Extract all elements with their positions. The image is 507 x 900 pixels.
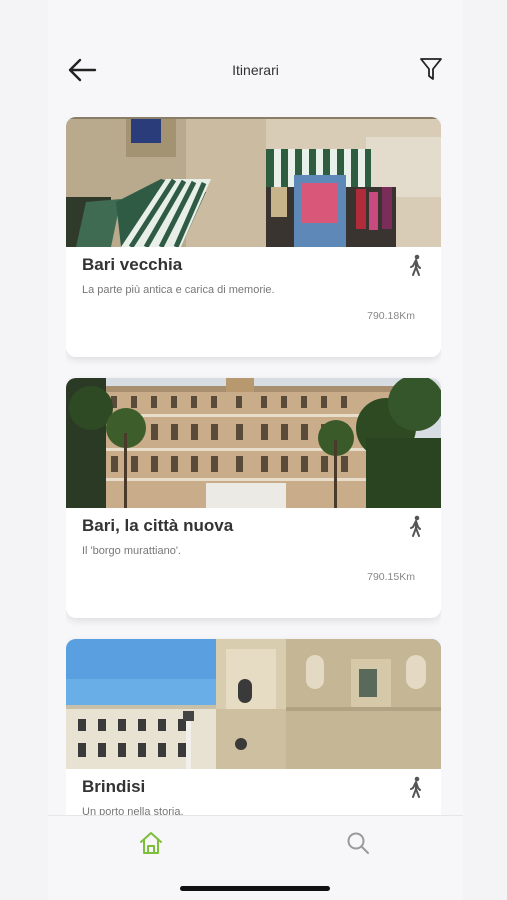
walking-person-icon (410, 515, 421, 537)
itinerary-description: Il 'borgo murattiano'. (82, 545, 181, 557)
bottom-tab-bar (48, 815, 463, 900)
page-title: Itinerari (232, 62, 279, 78)
home-indicator[interactable] (180, 886, 330, 891)
itinerary-description: La parte più antica e carica di memorie. (82, 284, 275, 296)
itinerary-distance: 790.15Km (367, 571, 415, 583)
itinerary-list[interactable]: Bari vecchia La parte più antica e caric… (66, 117, 441, 817)
search-icon[interactable] (345, 830, 371, 856)
home-icon[interactable] (138, 830, 164, 856)
itinerary-title: Bari vecchia (82, 255, 183, 274)
itinerary-card[interactable]: Bari vecchia La parte più antica e caric… (66, 117, 441, 357)
itinerary-card[interactable]: Brindisi Un porto nella storia. (66, 639, 441, 817)
itinerary-photo-new-town (66, 378, 441, 508)
itinerary-title: Bari, la città nuova (82, 516, 234, 535)
walking-person-icon (410, 254, 421, 276)
itinerary-card[interactable]: Bari, la città nuova Il 'borgo murattian… (66, 378, 441, 618)
itinerary-title: Brindisi (82, 777, 146, 796)
navigation-header: Itinerari (48, 48, 463, 92)
app-screen: Itinerari Bari vecchia La parte più anti… (48, 0, 463, 900)
itinerary-photo-old-town (66, 117, 441, 247)
filter-funnel-icon[interactable] (419, 56, 443, 82)
itinerary-distance: 790.18Km (367, 310, 415, 322)
walking-person-icon (410, 776, 421, 798)
itinerary-photo-brindisi (66, 639, 441, 769)
